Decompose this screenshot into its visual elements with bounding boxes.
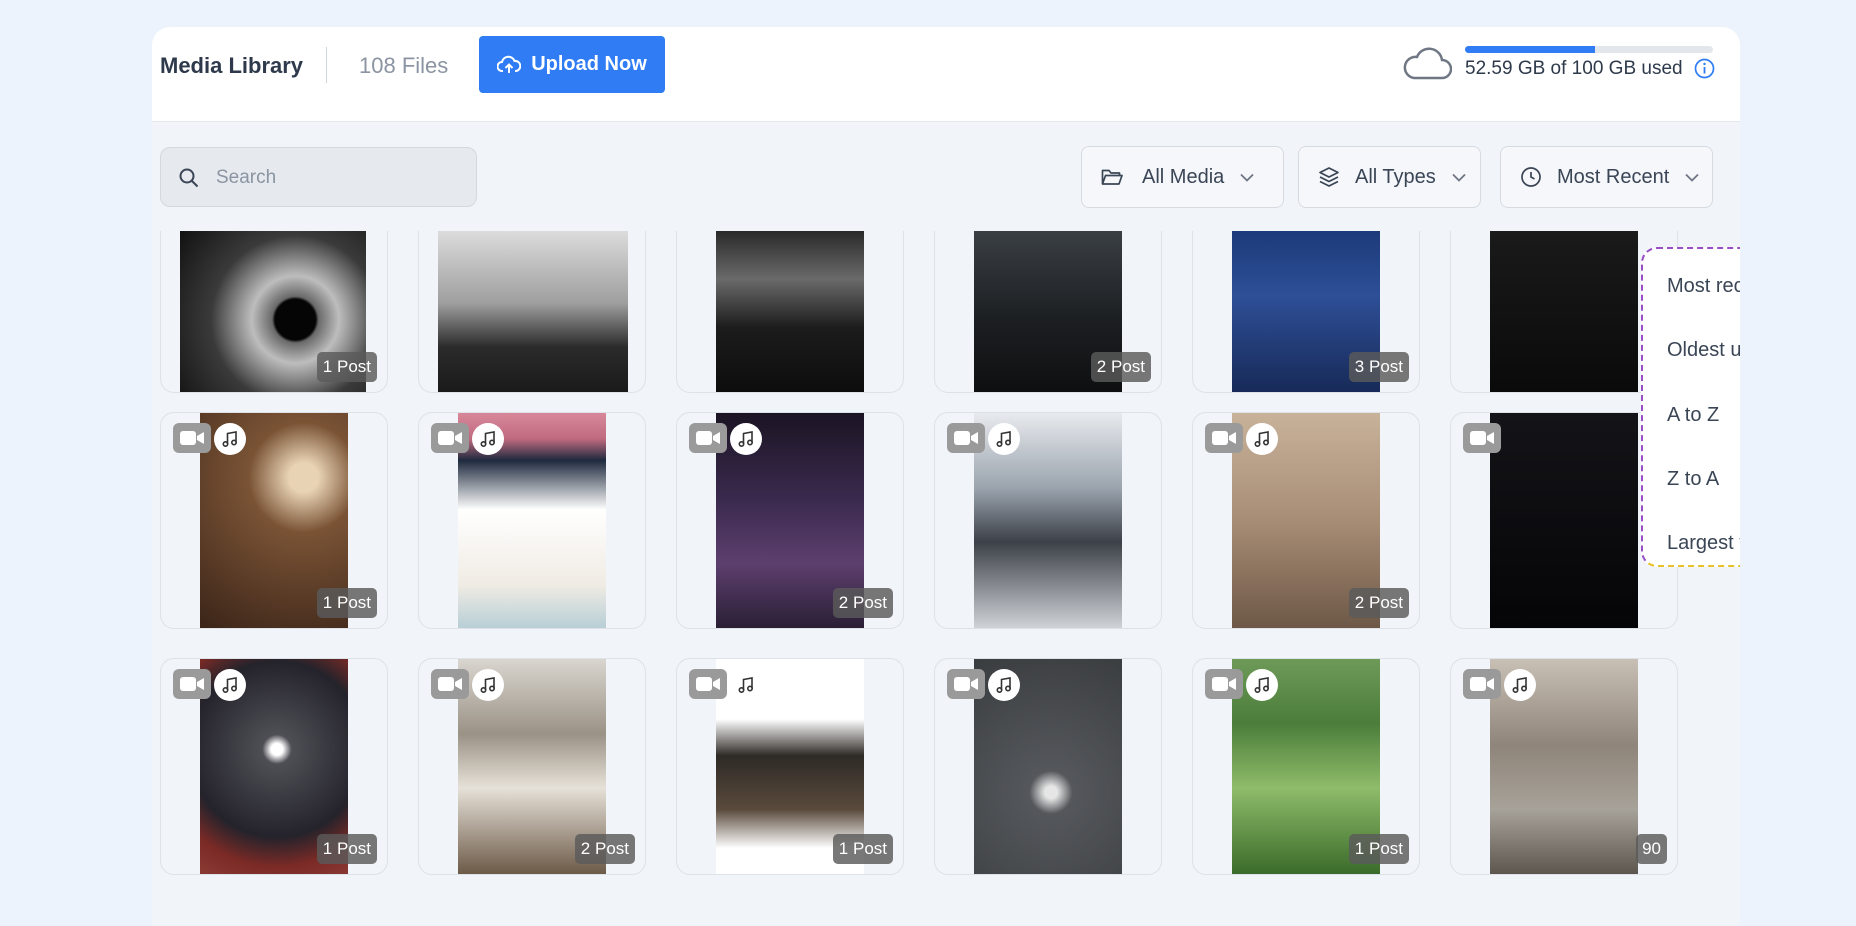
all-media-dropdown[interactable]: All Media xyxy=(1081,146,1284,208)
storage-progress-fill xyxy=(1465,46,1596,53)
search-icon xyxy=(179,168,199,188)
video-camera-icon xyxy=(431,423,469,453)
video-camera-icon xyxy=(689,669,727,699)
post-count-badge: 90 xyxy=(1636,834,1667,864)
video-camera-icon xyxy=(947,669,985,699)
post-count-badge: 3 Post xyxy=(1348,352,1409,382)
folder-icon xyxy=(1101,169,1123,185)
layers-icon xyxy=(1319,167,1339,187)
video-camera-icon xyxy=(173,423,211,453)
media-card[interactable]: 1 Post xyxy=(160,231,388,393)
music-note-icon xyxy=(1246,423,1278,455)
upload-now-button[interactable]: Upload Now xyxy=(479,36,665,93)
music-note-icon xyxy=(988,669,1020,701)
music-note-icon xyxy=(988,423,1020,455)
info-icon[interactable] xyxy=(1694,58,1715,79)
post-count-badge: 2 Post xyxy=(574,834,635,864)
music-note-icon xyxy=(1246,669,1278,701)
video-camera-icon xyxy=(689,423,727,453)
music-note-icon xyxy=(214,423,246,455)
media-card[interactable] xyxy=(676,231,904,393)
media-card[interactable]: 3 Post xyxy=(1192,231,1420,393)
media-card[interactable]: 1 Post xyxy=(676,658,904,875)
music-note-icon xyxy=(214,669,246,701)
post-count-badge: 1 Post xyxy=(316,834,377,864)
sort-dropdown[interactable]: Most Recent xyxy=(1500,146,1713,208)
post-count-badge: 1 Post xyxy=(832,834,893,864)
file-count: 108 Files xyxy=(359,53,449,78)
all-types-dropdown[interactable]: All Types xyxy=(1298,146,1481,208)
media-card[interactable] xyxy=(934,658,1162,875)
media-card[interactable]: 2 Post xyxy=(676,412,904,629)
media-card[interactable]: 1 Post xyxy=(160,658,388,875)
all-media-label: All Media xyxy=(1142,165,1225,188)
video-camera-icon xyxy=(173,669,211,699)
storage-progress-bar xyxy=(1465,46,1713,53)
all-types-label: All Types xyxy=(1355,165,1436,188)
sort-option-most-recent[interactable]: Most recent xyxy=(1667,275,1740,298)
header-divider xyxy=(326,47,327,83)
cloud-icon xyxy=(1403,47,1452,80)
music-note-icon xyxy=(730,423,762,455)
sort-menu: Most recent Oldest uploads A to Z Z to A… xyxy=(1641,247,1740,567)
media-card[interactable]: 1 Post xyxy=(1192,658,1420,875)
sort-label: Most Recent xyxy=(1557,165,1670,188)
sort-option-oldest-uploads[interactable]: Oldest uploads xyxy=(1667,339,1740,362)
header-bar: Media Library 108 Files Upload Now 52.59… xyxy=(152,27,1740,122)
video-camera-icon xyxy=(1205,669,1243,699)
media-card[interactable]: 2 Post xyxy=(1192,412,1420,629)
post-count-badge: 2 Post xyxy=(1348,588,1409,618)
media-thumbnail xyxy=(1490,231,1638,392)
media-thumbnail xyxy=(438,231,628,392)
post-count-badge: 1 Post xyxy=(316,352,377,382)
video-camera-icon xyxy=(947,423,985,453)
page-title: Media Library xyxy=(160,53,304,78)
sort-option-a-to-z[interactable]: A to Z xyxy=(1667,404,1719,427)
media-thumbnail xyxy=(1490,413,1638,628)
media-card[interactable] xyxy=(934,412,1162,629)
media-card[interactable] xyxy=(418,412,646,629)
music-note-icon xyxy=(1504,669,1536,701)
video-camera-icon xyxy=(431,669,469,699)
post-count-badge: 2 Post xyxy=(832,588,893,618)
media-library-panel: Media Library 108 Files Upload Now 52.59… xyxy=(152,27,1740,926)
storage-used-text: 52.59 GB of 100 GB used xyxy=(1465,58,1683,79)
media-card[interactable] xyxy=(418,231,646,393)
post-count-badge: 1 Post xyxy=(316,588,377,618)
media-card[interactable]: 90 xyxy=(1450,658,1678,875)
video-camera-icon xyxy=(1463,423,1501,453)
media-thumbnail xyxy=(716,231,864,392)
cloud-upload-icon xyxy=(497,55,522,73)
chevron-down-icon xyxy=(1240,173,1254,182)
chevron-down-icon xyxy=(1685,173,1699,182)
search-box xyxy=(160,147,477,207)
search-input[interactable] xyxy=(216,163,466,193)
clock-icon xyxy=(1521,167,1541,187)
music-note-icon xyxy=(472,669,504,701)
video-camera-icon xyxy=(1463,669,1501,699)
video-camera-icon xyxy=(1205,423,1243,453)
music-note-icon xyxy=(730,669,762,701)
media-card[interactable]: 1 Post xyxy=(160,412,388,629)
media-card[interactable]: 2 Post xyxy=(934,231,1162,393)
upload-now-label: Upload Now xyxy=(531,53,647,75)
sort-option-largest-to-smallest[interactable]: Largest to Smallest xyxy=(1667,532,1740,555)
music-note-icon xyxy=(472,423,504,455)
chevron-down-icon xyxy=(1452,173,1466,182)
post-count-badge: 2 Post xyxy=(1090,352,1151,382)
media-card[interactable]: 2 Post xyxy=(418,658,646,875)
post-count-badge: 1 Post xyxy=(1348,834,1409,864)
sort-option-z-to-a[interactable]: Z to A xyxy=(1667,468,1719,491)
